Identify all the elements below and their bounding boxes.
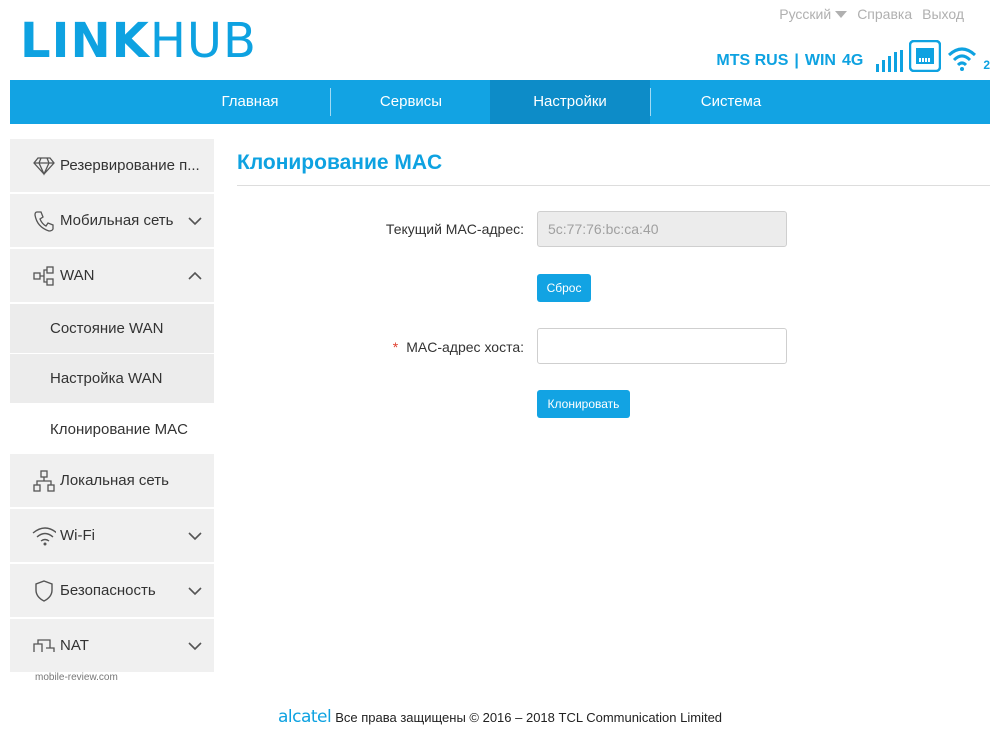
reset-button[interactable]: Сброс <box>537 274 591 302</box>
top-links: Русский Справка Выход <box>779 6 964 22</box>
clone-button[interactable]: Клонировать <box>537 390 630 418</box>
watermark: mobile-review.com <box>35 672 118 683</box>
language-select[interactable]: Русский <box>779 6 848 22</box>
sidebar-item-label: Wi-Fi <box>60 527 95 544</box>
wifi-clients-count: 2 <box>983 58 990 72</box>
nav-system[interactable]: Система <box>651 80 811 124</box>
current-mac-field <box>537 211 787 247</box>
phone-icon <box>32 209 56 233</box>
status-separator: | <box>794 52 799 69</box>
current-mac-label: Текущий MAC-адрес: <box>385 221 524 237</box>
sidebar-item-label: NAT <box>60 637 89 654</box>
help-link[interactable]: Справка <box>857 6 912 22</box>
shield-icon <box>32 579 56 603</box>
sidebar-item-nat[interactable]: NAT <box>10 619 214 674</box>
sidebar-item-label: Мобильная сеть <box>60 212 174 229</box>
logo-light-text: HUB <box>149 13 257 69</box>
nav-home[interactable]: Главная <box>170 80 330 124</box>
chevron-down-icon[interactable] <box>186 212 204 230</box>
sidebar-item-wifi[interactable]: Wi-Fi <box>10 509 214 564</box>
sidebar-item-label: Безопасность <box>60 582 156 599</box>
dropdown-arrow-icon <box>835 10 848 18</box>
sidebar-item-label: Резервирование п... <box>60 157 200 174</box>
footer: alcatel Все права защищены © 2016 – 2018 … <box>0 707 1000 727</box>
page-title: Клонирование MAC <box>237 151 443 174</box>
chevron-down-icon[interactable] <box>186 527 204 545</box>
host-mac-label-row: * MAC-адрес хоста: <box>340 339 524 355</box>
title-divider <box>237 185 990 186</box>
linkhub-logo: LINKHUB <box>20 14 257 68</box>
sidebar-item-security[interactable]: Безопасность <box>10 564 214 619</box>
host-mac-input[interactable] <box>537 328 787 364</box>
network-type: WIN <box>804 52 836 69</box>
sidebar-subitem-wan-setup[interactable]: Настройка WAN <box>10 354 214 404</box>
logout-link[interactable]: Выход <box>922 6 964 22</box>
sidebar-subitem-wan-status[interactable]: Состояние WAN <box>10 304 214 354</box>
sidebar-item-label: Локальная сеть <box>60 472 169 489</box>
nav-services[interactable]: Сервисы <box>331 80 491 124</box>
nat-icon <box>32 634 56 658</box>
lan-icon <box>32 469 56 493</box>
connection-status: MTS RUS | WIN 4G 2 <box>716 40 990 72</box>
sidebar-item-lan[interactable]: Локальная сеть <box>10 454 214 509</box>
network-icon <box>32 264 56 288</box>
sidebar-item-backup[interactable]: Резервирование п... <box>10 139 214 194</box>
copyright-text: Все права защищены © 2016 – 2018 TCL Com… <box>335 710 723 725</box>
chevron-up-icon[interactable] <box>186 267 204 285</box>
sidebar-subitem-mac-clone[interactable]: Клонирование MAC <box>10 404 214 454</box>
operator-name: MTS RUS <box>716 52 789 69</box>
signal-strength-icon <box>876 50 904 72</box>
diamond-icon <box>32 154 56 178</box>
sidebar-item-mobile-network[interactable]: Мобильная сеть <box>10 194 214 249</box>
main-nav: Главная Сервисы Настройки Система <box>10 80 990 124</box>
wifi-status-icon <box>948 47 977 71</box>
sidebar-item-label: WAN <box>60 267 95 284</box>
host-mac-label: MAC-адрес хоста: <box>406 339 524 355</box>
ethernet-icon <box>909 40 942 72</box>
settings-sidebar: Резервирование п... Мобильная сеть WAN С… <box>10 139 214 674</box>
chevron-down-icon[interactable] <box>186 637 204 655</box>
chevron-down-icon[interactable] <box>186 582 204 600</box>
network-generation: 4G <box>841 52 864 69</box>
wifi-icon <box>32 524 56 548</box>
nav-settings[interactable]: Настройки <box>490 80 650 124</box>
sidebar-item-wan[interactable]: WAN <box>10 249 214 304</box>
logo-bold-text: LINK <box>20 13 150 69</box>
required-mark: * <box>392 339 399 355</box>
alcatel-logo: alcatel <box>277 707 332 727</box>
language-label: Русский <box>779 6 832 22</box>
